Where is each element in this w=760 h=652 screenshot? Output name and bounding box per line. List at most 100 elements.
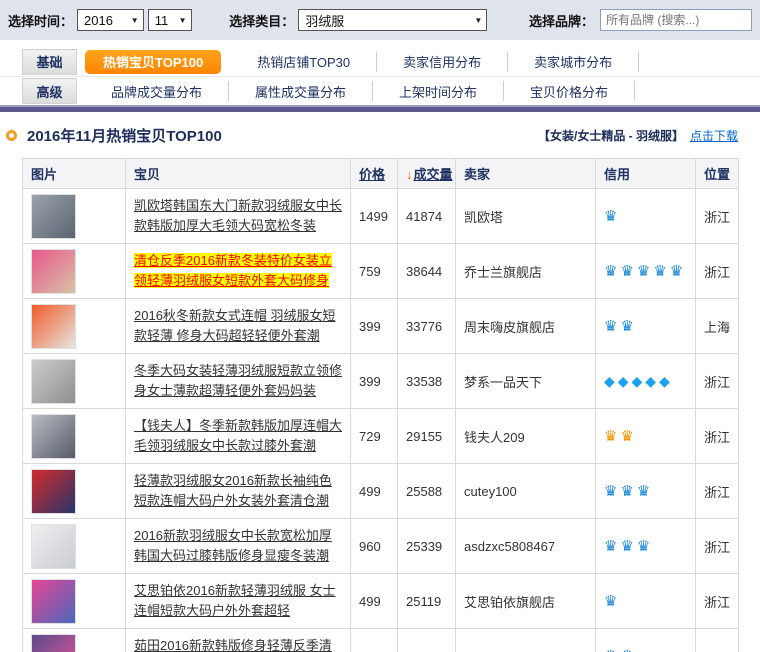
product-title-link[interactable]: 凯欧塔韩国东大门新款羽绒服女中长款韩版加厚大毛领大码宽松冬装 xyxy=(134,198,342,233)
sales-volume: 29155 xyxy=(398,409,456,464)
advanced-tabs-label: 高级 xyxy=(22,78,77,104)
seller-location: 浙江 xyxy=(696,244,739,299)
product-thumbnail[interactable] xyxy=(31,304,76,349)
year-select-value: 2016 xyxy=(84,13,113,28)
sales-volume: 38644 xyxy=(398,244,456,299)
product-title-link[interactable]: 轻薄款羽绒服女2016新款长袖纯色短款连帽大码户外女装外套清仓潮 xyxy=(134,473,332,508)
category-select[interactable]: 羽绒服 ▼ xyxy=(298,9,487,31)
seller-location: 浙江 xyxy=(696,409,739,464)
product-title-link[interactable]: 艾思铂依2016新款轻薄羽绒服 女士连帽短款大码户外外套超轻 xyxy=(134,583,336,618)
seller-credit-cell: ♛ xyxy=(596,189,696,244)
product-thumbnail[interactable] xyxy=(31,469,76,514)
column-header-label[interactable]: 价格 xyxy=(359,167,385,182)
table-header-row: 图片宝贝价格↓成交量卖家信用位置 xyxy=(23,159,739,189)
column-header-0: 图片 xyxy=(23,159,126,189)
product-thumbnail[interactable] xyxy=(31,524,76,569)
product-title-cell: 2016秋冬新款女式连帽 羽绒服女短款轻薄 修身大码超轻轻便外套潮 xyxy=(126,299,351,354)
product-title-cell: 轻薄款羽绒服女2016新款长袖纯色短款连帽大码户外女装外套清仓潮 xyxy=(126,464,351,519)
tab-divider-bar xyxy=(0,105,760,112)
product-title-link[interactable]: 清仓反季2016新款冬装特价女装立领轻薄羽绒服女短款外套大码修身 xyxy=(134,253,332,288)
chevron-down-icon: ▼ xyxy=(131,16,139,25)
blue-crown-icon: ♛♛♛ xyxy=(604,538,653,555)
product-price: 729 xyxy=(351,409,398,464)
product-image-cell xyxy=(23,189,126,244)
seller-location: 浙江 xyxy=(696,574,739,629)
product-image-cell xyxy=(23,354,126,409)
seller-name: 凯欧塔 xyxy=(456,189,596,244)
table-row: 2016新款羽绒服女中长款宽松加厚韩国大码过膝韩版修身显瘦冬装潮96025339… xyxy=(23,519,739,574)
sales-volume: 33776 xyxy=(398,299,456,354)
blue-crown-icon: ♛♛ xyxy=(604,318,637,335)
chevron-down-icon: ▼ xyxy=(474,16,482,25)
brand-search-input[interactable] xyxy=(601,10,760,30)
seller-name: 艾思铂依旗舰店 xyxy=(456,574,596,629)
chevron-down-icon: ▼ xyxy=(179,16,187,25)
advanced-tab-0[interactable]: 品牌成交量分布 xyxy=(85,81,229,101)
product-title-link[interactable]: 2016秋冬新款女式连帽 羽绒服女短款轻薄 修身大码超轻轻便外套潮 xyxy=(134,308,336,343)
seller-location xyxy=(696,629,739,652)
column-header-2[interactable]: 价格 xyxy=(351,159,398,189)
product-price: 960 xyxy=(351,519,398,574)
category-select-value: 羽绒服 xyxy=(305,11,344,30)
product-title-link[interactable]: 冬季大码女装轻薄羽绒服短款立领修身女士薄款超薄轻便外套妈妈装 xyxy=(134,363,342,398)
brand-combobox: ▼ xyxy=(600,9,752,31)
product-title-cell: 冬季大码女装轻薄羽绒服短款立领修身女士薄款超薄轻便外套妈妈装 xyxy=(126,354,351,409)
product-price: 399 xyxy=(351,354,398,409)
page: 选择时间： 2016 ▼ 11 ▼ 选择类目： 羽绒服 ▼ 选择品牌： ▼ 基础… xyxy=(0,0,760,652)
seller-credit-cell: ♛♛ xyxy=(596,409,696,464)
download-link[interactable]: 点击下载 xyxy=(690,127,738,144)
month-select[interactable]: 11 ▼ xyxy=(148,9,192,31)
blue-crown-icon: ♛♛♛ xyxy=(604,483,653,500)
product-price: 1499 xyxy=(351,189,398,244)
basic-tab-0[interactable]: 热销宝贝TOP100 xyxy=(85,50,221,74)
product-title-link[interactable]: 【钱夫人】冬季新款韩版加厚连帽大毛领羽绒服女中长款过膝外套潮 xyxy=(134,418,342,453)
product-thumbnail[interactable] xyxy=(31,579,76,624)
basic-tab-2[interactable]: 卖家信用分布 xyxy=(377,52,508,72)
table-row: 2016秋冬新款女式连帽 羽绒服女短款轻薄 修身大码超轻轻便外套潮3993377… xyxy=(23,299,739,354)
advanced-tab-3[interactable]: 宝贝价格分布 xyxy=(504,81,635,101)
basic-tab-row: 基础 热销宝贝TOP100 热销店铺TOP30卖家信用分布卖家城市分布 xyxy=(0,47,760,76)
seller-name: 钱夫人209 xyxy=(456,409,596,464)
table-row: 【钱夫人】冬季新款韩版加厚连帽大毛领羽绒服女中长款过膝外套潮 72929155钱夫… xyxy=(23,409,739,464)
product-title-cell: 【钱夫人】冬季新款韩版加厚连帽大毛领羽绒服女中长款过膝外套潮 xyxy=(126,409,351,464)
column-header-3[interactable]: ↓成交量 xyxy=(398,159,456,189)
basic-tab-1[interactable]: 热销店铺TOP30 xyxy=(231,52,377,72)
column-header-label: 位置 xyxy=(704,167,730,182)
seller-name: asdzxc5808467 xyxy=(456,519,596,574)
blue-diamond-icon: ◆◆◆◆◆ xyxy=(604,373,673,389)
basic-tabs-label: 基础 xyxy=(22,49,77,75)
product-title-cell: 2016新款羽绒服女中长款宽松加厚韩国大码过膝韩版修身显瘦冬装潮 xyxy=(126,519,351,574)
advanced-tab-1[interactable]: 属性成交量分布 xyxy=(229,81,373,101)
basic-tab-3[interactable]: 卖家城市分布 xyxy=(508,52,639,72)
seller-credit-cell: ♛ xyxy=(596,574,696,629)
product-thumbnail[interactable] xyxy=(31,359,76,404)
sales-volume: 33538 xyxy=(398,354,456,409)
column-header-label: 信用 xyxy=(604,167,630,182)
products-table-body: 凯欧塔韩国东大门新款羽绒服女中长款韩版加厚大毛领大码宽松冬装 149941874凯… xyxy=(23,189,739,652)
table-row: 冬季大码女装轻薄羽绒服短款立领修身女士薄款超薄轻便外套妈妈装39933538梦系… xyxy=(23,354,739,409)
table-row: 凯欧塔韩国东大门新款羽绒服女中长款韩版加厚大毛领大码宽松冬装 149941874凯… xyxy=(23,189,739,244)
column-header-label: 图片 xyxy=(31,167,57,182)
year-select[interactable]: 2016 ▼ xyxy=(77,9,144,31)
product-thumbnail[interactable] xyxy=(31,194,76,239)
column-header-label[interactable]: 成交量 xyxy=(414,167,453,182)
seller-name: 周末嗨皮旗舰店 xyxy=(456,299,596,354)
sales-volume: 41874 xyxy=(398,189,456,244)
seller-credit-cell: ♛♛ xyxy=(596,299,696,354)
product-image-cell xyxy=(23,574,126,629)
table-row: 茹田2016新款韩版修身轻薄反季清仓羽绒服女短款连 ♛♛ xyxy=(23,629,739,652)
product-thumbnail[interactable] xyxy=(31,249,76,294)
seller-location: 浙江 xyxy=(696,189,739,244)
blue-crown-icon: ♛♛ xyxy=(604,648,637,652)
product-thumbnail[interactable] xyxy=(31,414,76,459)
product-thumbnail[interactable] xyxy=(31,634,76,652)
product-title-link[interactable]: 茹田2016新款韩版修身轻薄反季清仓羽绒服女短款连 xyxy=(134,638,332,652)
product-image-cell xyxy=(23,629,126,652)
product-title-link[interactable]: 2016新款羽绒服女中长款宽松加厚韩国大码过膝韩版修身显瘦冬装潮 xyxy=(134,528,332,563)
table-row: 轻薄款羽绒服女2016新款长袖纯色短款连帽大码户外女装外套清仓潮49925588… xyxy=(23,464,739,519)
sales-volume: 25119 xyxy=(398,574,456,629)
page-title: 2016年11月热销宝贝TOP100 xyxy=(27,125,222,146)
advanced-tab-2[interactable]: 上架时间分布 xyxy=(373,81,504,101)
bullet-icon xyxy=(6,130,17,141)
seller-location: 上海 xyxy=(696,299,739,354)
